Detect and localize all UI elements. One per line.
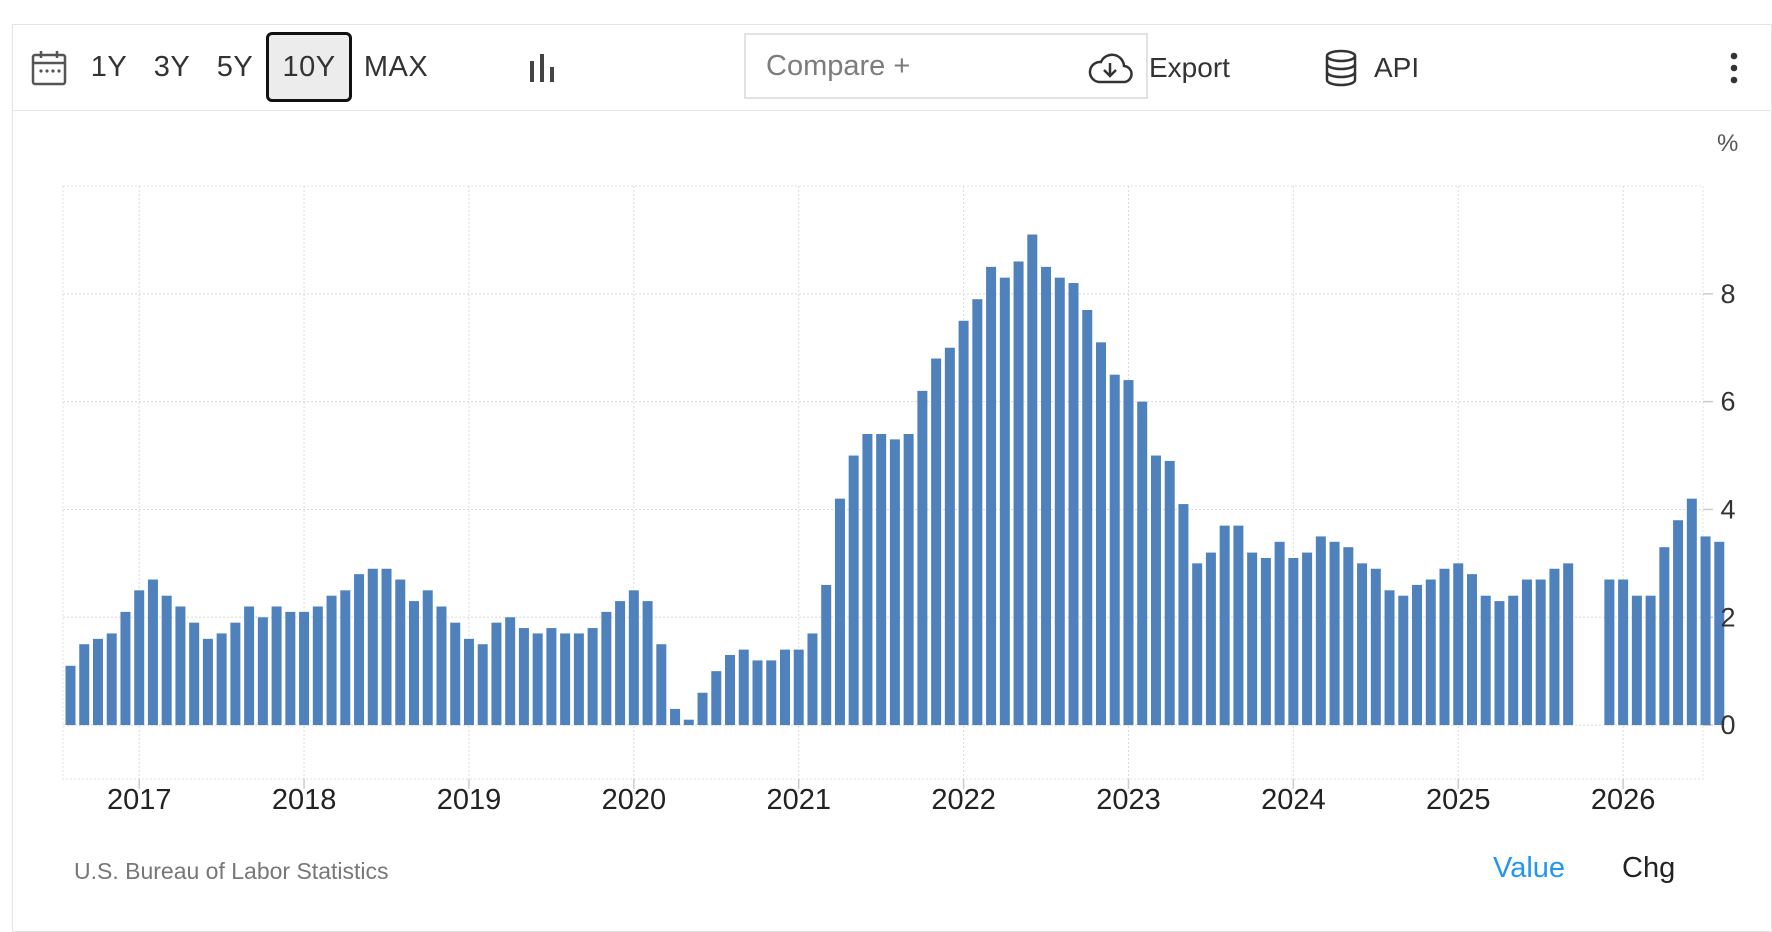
chart-toolbar: 1Y 3Y 5Y 10Y MAX Export (12, 24, 1772, 111)
source-label: U.S. Bureau of Labor Statistics (74, 858, 389, 884)
cloud-download-icon (1087, 51, 1133, 85)
value-tab[interactable]: Value (1493, 852, 1565, 885)
calendar-icon[interactable] (30, 24, 70, 111)
range-10y-button[interactable]: 10Y (266, 32, 352, 102)
bar-chart-icon[interactable] (527, 24, 557, 111)
api-button[interactable]: API (1324, 24, 1419, 111)
range-1y-button[interactable]: 1Y (84, 32, 134, 102)
database-icon (1324, 49, 1358, 87)
export-button[interactable]: Export (1087, 24, 1230, 111)
range-5y-button[interactable]: 5Y (210, 32, 260, 102)
range-max-button[interactable]: MAX (357, 32, 435, 102)
chart-widget (12, 24, 1772, 932)
unit-label: % (1717, 130, 1739, 157)
export-label: Export (1149, 51, 1230, 83)
range-3y-button[interactable]: 3Y (147, 32, 197, 102)
chg-tab[interactable]: Chg (1622, 852, 1675, 885)
more-vertical-icon[interactable] (1728, 24, 1740, 111)
api-label: API (1374, 51, 1420, 83)
